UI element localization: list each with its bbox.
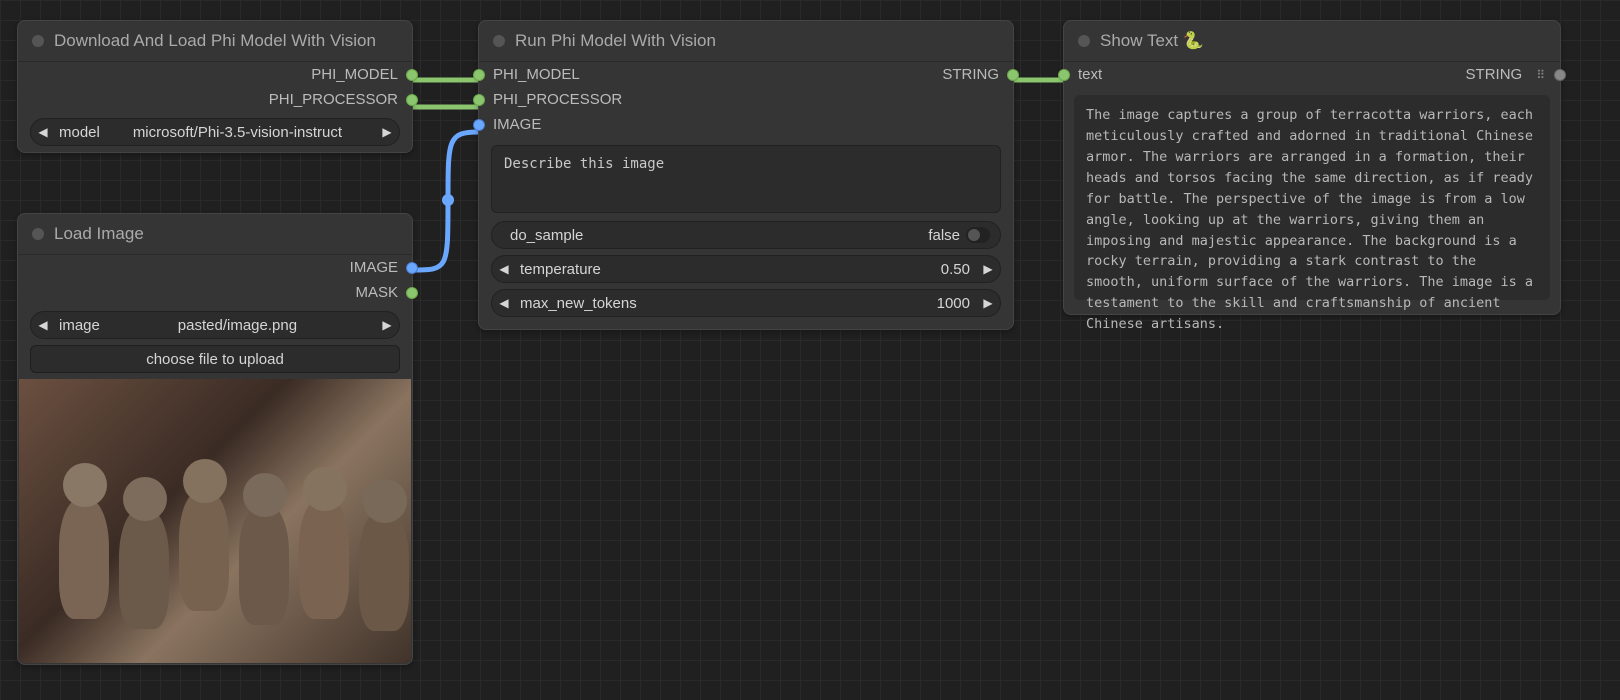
image-path-selector[interactable]: ◀ image pasted/image.png ▶ — [30, 311, 400, 339]
collapse-dot-icon[interactable] — [1078, 35, 1090, 47]
input-slot-phi-model[interactable]: PHI_MODEL — [479, 66, 594, 83]
output-slot-mask[interactable]: MASK — [341, 284, 412, 301]
port-icon[interactable] — [406, 287, 418, 299]
output-slot-string[interactable]: STRING — [1452, 66, 1537, 83]
image-preview — [19, 379, 411, 663]
prompt-textarea[interactable]: Describe this image — [491, 145, 1001, 213]
output-text-display: The image captures a group of terracotta… — [1074, 95, 1550, 300]
model-selector[interactable]: ◀ model microsoft/Phi-3.5-vision-instruc… — [30, 118, 400, 146]
node-header[interactable]: Load Image — [18, 214, 412, 255]
toggle-off-icon[interactable] — [966, 227, 990, 243]
output-slot-string[interactable]: STRING — [928, 66, 1013, 83]
choose-file-button[interactable]: choose file to upload — [30, 345, 400, 373]
port-icon[interactable] — [406, 69, 418, 81]
collapse-dot-icon[interactable] — [32, 228, 44, 240]
chevron-right-icon[interactable]: ▶ — [976, 296, 1000, 310]
widget-label: model — [55, 124, 100, 141]
node-title: Run Phi Model With Vision — [515, 31, 716, 51]
port-icon[interactable] — [473, 119, 485, 131]
collapse-dot-icon[interactable] — [32, 35, 44, 47]
port-icon[interactable] — [1554, 69, 1566, 81]
node-run-phi-model[interactable]: Run Phi Model With Vision PHI_MODEL STRI… — [478, 20, 1014, 330]
input-slot-text[interactable]: text — [1064, 66, 1116, 83]
port-icon[interactable] — [473, 94, 485, 106]
widget-label: temperature — [516, 261, 601, 278]
node-title: Show Text 🐍 — [1100, 31, 1204, 51]
port-icon[interactable] — [473, 69, 485, 81]
chevron-left-icon[interactable]: ◀ — [492, 296, 516, 310]
port-icon[interactable] — [406, 262, 418, 274]
port-icon[interactable] — [406, 94, 418, 106]
chevron-right-icon[interactable]: ▶ — [375, 125, 399, 139]
widget-label: do_sample — [506, 227, 583, 244]
do-sample-toggle[interactable]: do_sample false — [491, 221, 1001, 249]
chevron-left-icon[interactable]: ◀ — [31, 125, 55, 139]
widget-value: 1000 — [637, 295, 976, 312]
widget-label: max_new_tokens — [516, 295, 637, 312]
output-slot-phi-model[interactable]: PHI_MODEL — [297, 66, 412, 83]
node-title-text: Show Text — [1100, 31, 1178, 50]
snake-icon: 🐍 — [1183, 31, 1204, 50]
chevron-right-icon[interactable]: ▶ — [375, 318, 399, 332]
port-icon[interactable] — [1058, 69, 1070, 81]
node-download-phi-model[interactable]: Download And Load Phi Model With Vision … — [17, 20, 413, 153]
collapse-dot-icon[interactable] — [493, 35, 505, 47]
node-header[interactable]: Download And Load Phi Model With Vision — [18, 21, 412, 62]
chevron-left-icon[interactable]: ◀ — [31, 318, 55, 332]
widget-label: image — [55, 317, 100, 334]
widget-value: pasted/image.png — [100, 317, 375, 334]
port-icon[interactable] — [1007, 69, 1019, 81]
input-slot-phi-processor[interactable]: PHI_PROCESSOR — [479, 91, 636, 108]
widget-value: 0.50 — [601, 261, 976, 278]
node-header[interactable]: Run Phi Model With Vision — [479, 21, 1013, 62]
output-slot-phi-processor[interactable]: PHI_PROCESSOR — [255, 91, 412, 108]
node-show-text[interactable]: Show Text 🐍 text STRING ⠿ The image capt… — [1063, 20, 1561, 315]
chevron-right-icon[interactable]: ▶ — [976, 262, 1000, 276]
input-slot-image[interactable]: IMAGE — [479, 116, 555, 133]
widget-value: microsoft/Phi-3.5-vision-instruct — [100, 124, 375, 141]
temperature-stepper[interactable]: ◀ temperature 0.50 ▶ — [491, 255, 1001, 283]
node-load-image[interactable]: Load Image IMAGE MASK ◀ image pasted/ima… — [17, 213, 413, 665]
node-title: Load Image — [54, 224, 144, 244]
widget-value: false — [583, 227, 966, 244]
max-new-tokens-stepper[interactable]: ◀ max_new_tokens 1000 ▶ — [491, 289, 1001, 317]
chevron-left-icon[interactable]: ◀ — [492, 262, 516, 276]
node-header[interactable]: Show Text 🐍 — [1064, 21, 1560, 62]
node-title: Download And Load Phi Model With Vision — [54, 31, 376, 51]
output-slot-image[interactable]: IMAGE — [336, 259, 412, 276]
